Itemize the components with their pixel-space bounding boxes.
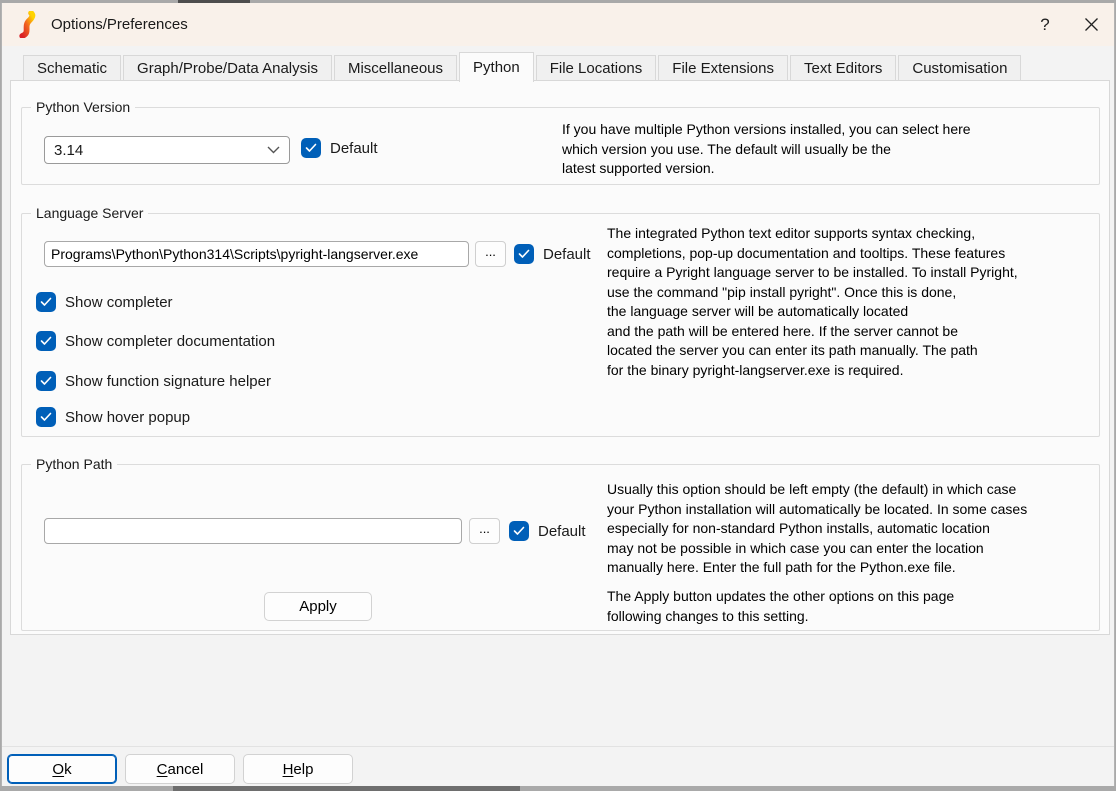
checkmark-icon — [40, 412, 52, 422]
checkmark-icon — [40, 297, 52, 307]
cancel-accelerator: C — [157, 761, 168, 778]
tab-customisation[interactable]: Customisation — [898, 55, 1021, 81]
app-logo-icon — [15, 11, 42, 38]
python-version-value: 3.14 — [54, 142, 83, 159]
default-checkbox-label: Default — [543, 246, 591, 263]
apply-button-description: The Apply button updates the other optio… — [607, 587, 1102, 626]
checkmark-icon — [305, 143, 317, 153]
default-checkbox-label: Default — [538, 523, 586, 540]
tab-graph-probe-data-analysis[interactable]: Graph/Probe/Data Analysis — [123, 55, 332, 81]
cancel-label-rest: ancel — [167, 761, 203, 778]
checkbox-checked — [509, 521, 529, 541]
show-completer-label: Show completer — [65, 294, 173, 311]
help-footer-button[interactable]: Help — [243, 754, 353, 784]
python-path-input[interactable] — [44, 518, 462, 544]
python-tab-page: Python Version 3.14 Default If you have … — [10, 80, 1110, 635]
python-version-default-checkbox[interactable]: Default — [301, 138, 378, 158]
titlebar: Options/Preferences ? — [2, 3, 1114, 46]
python-path-description: Usually this option should be left empty… — [607, 480, 1102, 578]
tab-text-editors[interactable]: Text Editors — [790, 55, 896, 81]
language-server-path-input[interactable] — [44, 241, 469, 267]
show-hover-popup-label: Show hover popup — [65, 409, 190, 426]
checkbox-checked — [514, 244, 534, 264]
python-version-group: Python Version 3.14 Default If you have … — [21, 107, 1100, 185]
show-hover-popup-checkbox[interactable]: Show hover popup — [36, 407, 190, 427]
help-label-rest: elp — [293, 761, 313, 778]
close-icon — [1084, 17, 1099, 32]
show-function-signature-helper-label: Show function signature helper — [65, 373, 271, 390]
help-accelerator: H — [283, 761, 294, 778]
show-completer-documentation-label: Show completer documentation — [65, 333, 275, 350]
checkbox-checked — [36, 331, 56, 351]
apply-button[interactable]: Apply — [264, 592, 372, 621]
default-checkbox-label: Default — [330, 140, 378, 157]
ok-label-rest: k — [64, 761, 72, 778]
tab-python[interactable]: Python — [459, 52, 534, 82]
tab-miscellaneous[interactable]: Miscellaneous — [334, 55, 457, 81]
language-server-browse-button[interactable]: ... — [475, 241, 506, 267]
ok-button[interactable]: Ok — [7, 754, 117, 784]
tab-schematic[interactable]: Schematic — [23, 55, 121, 81]
python-version-description: If you have multiple Python versions ins… — [562, 120, 1062, 179]
chevron-down-icon — [267, 146, 280, 154]
ok-accelerator: O — [52, 761, 64, 778]
help-button[interactable]: ? — [1022, 3, 1068, 46]
language-server-group-title: Language Server — [31, 205, 148, 222]
language-server-default-checkbox[interactable]: Default — [514, 244, 591, 264]
close-button[interactable] — [1068, 3, 1114, 46]
checkmark-icon — [513, 526, 525, 536]
tab-file-locations[interactable]: File Locations — [536, 55, 657, 81]
background-window-fragment-bottom — [173, 786, 520, 791]
checkbox-checked — [36, 407, 56, 427]
checkbox-checked — [301, 138, 321, 158]
python-path-browse-button[interactable]: ... — [469, 518, 500, 544]
checkbox-checked — [36, 371, 56, 391]
checkmark-icon — [518, 249, 530, 259]
python-path-default-checkbox[interactable]: Default — [509, 521, 586, 541]
window-title: Options/Preferences — [51, 16, 188, 33]
cancel-button[interactable]: Cancel — [125, 754, 235, 784]
python-version-group-title: Python Version — [31, 99, 135, 116]
show-function-signature-helper-checkbox[interactable]: Show function signature helper — [36, 371, 271, 391]
python-path-group: Python Path ... Default Apply Usually th… — [21, 464, 1100, 631]
options-preferences-dialog: Options/Preferences ? Schematic Graph/Pr… — [1, 3, 1115, 786]
checkmark-icon — [40, 376, 52, 386]
python-path-group-title: Python Path — [31, 456, 117, 473]
python-version-combobox[interactable]: 3.14 — [44, 136, 290, 164]
dialog-button-bar: Ok Cancel Help — [2, 746, 1114, 786]
language-server-group: Language Server ... Default Show complet… — [21, 213, 1100, 437]
checkmark-icon — [40, 336, 52, 346]
tabbar: Schematic Graph/Probe/Data Analysis Misc… — [9, 51, 1107, 81]
checkbox-checked — [36, 292, 56, 312]
language-server-description: The integrated Python text editor suppor… — [607, 224, 1095, 380]
tab-file-extensions[interactable]: File Extensions — [658, 55, 788, 81]
show-completer-documentation-checkbox[interactable]: Show completer documentation — [36, 331, 275, 351]
show-completer-checkbox[interactable]: Show completer — [36, 292, 173, 312]
